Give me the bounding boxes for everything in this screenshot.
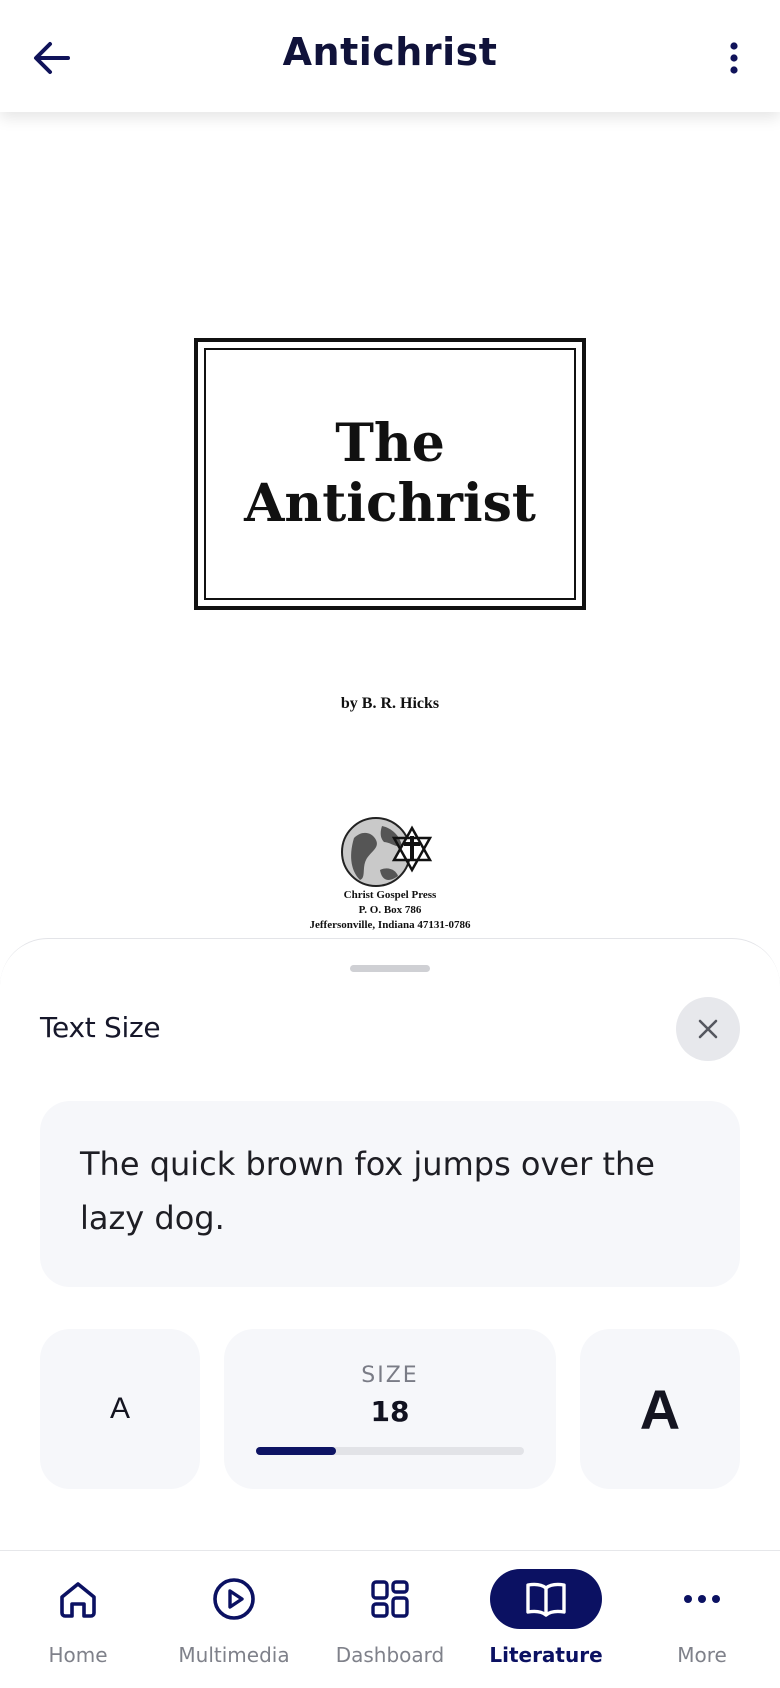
size-control: SIZE 18 — [224, 1329, 556, 1489]
nav-label-more: More — [677, 1643, 727, 1667]
publisher-city: Jeffersonville, Indiana 47131-0786 — [309, 919, 471, 931]
cover-title-frame: The Antichrist — [194, 338, 586, 610]
nav-item-dashboard[interactable]: Dashboard — [312, 1551, 468, 1688]
increase-label: A — [639, 1377, 681, 1441]
cover-title-line-1: The — [335, 413, 445, 474]
publisher-info: Christ Gospel Press P. O. Box 786 Jeffer… — [0, 888, 780, 933]
document-page[interactable]: The Antichrist by B. R. Hicks Christ Gos… — [0, 112, 780, 942]
nav-item-more[interactable]: More — [624, 1551, 780, 1688]
sheet-drag-handle[interactable] — [350, 965, 430, 972]
grid-icon — [371, 1580, 409, 1618]
nav-item-multimedia[interactable]: Multimedia — [156, 1551, 312, 1688]
publisher-name: Christ Gospel Press — [343, 889, 437, 901]
nav-label-literature: Literature — [489, 1643, 603, 1667]
size-slider[interactable] — [256, 1447, 524, 1455]
size-caption: SIZE — [361, 1363, 419, 1388]
close-button[interactable] — [676, 997, 740, 1061]
author-line: by B. R. Hicks — [340, 695, 440, 712]
page-title: Antichrist — [282, 30, 498, 74]
more-horizontal-icon — [684, 1595, 720, 1603]
preview-text: The quick brown fox jumps over the lazy … — [80, 1145, 655, 1237]
overflow-menu-button[interactable] — [706, 30, 762, 86]
text-preview-card: The quick brown fox jumps over the lazy … — [40, 1101, 740, 1287]
sheet-title: Text Size — [40, 1011, 161, 1044]
play-circle-icon — [213, 1578, 255, 1620]
decrease-label: A — [109, 1392, 130, 1425]
bottom-navigation: Home Multimedia Dashboard Literature Mor… — [0, 1550, 780, 1688]
nav-item-home[interactable]: Home — [0, 1551, 156, 1688]
home-icon — [60, 1582, 96, 1618]
cover-title-line-2: Antichrist — [244, 473, 536, 534]
text-size-sheet: Text Size The quick brown fox jumps over… — [0, 938, 780, 1550]
top-app-bar: Antichrist — [0, 0, 780, 112]
nav-label-dashboard: Dashboard — [335, 1643, 445, 1667]
book-open-icon — [526, 1582, 566, 1617]
size-slider-fill — [256, 1447, 337, 1455]
publisher-logo — [341, 817, 433, 887]
decrease-text-size-button[interactable]: A — [40, 1329, 200, 1489]
increase-text-size-button[interactable]: A — [580, 1329, 740, 1489]
nav-item-literature[interactable]: Literature — [468, 1551, 624, 1688]
close-icon — [698, 1019, 718, 1039]
publisher-address: P. O. Box 786 — [358, 904, 422, 916]
size-value: 18 — [370, 1395, 410, 1428]
more-vertical-icon — [730, 42, 738, 74]
nav-label-home: Home — [48, 1643, 108, 1667]
nav-label-multimedia: Multimedia — [178, 1643, 290, 1667]
